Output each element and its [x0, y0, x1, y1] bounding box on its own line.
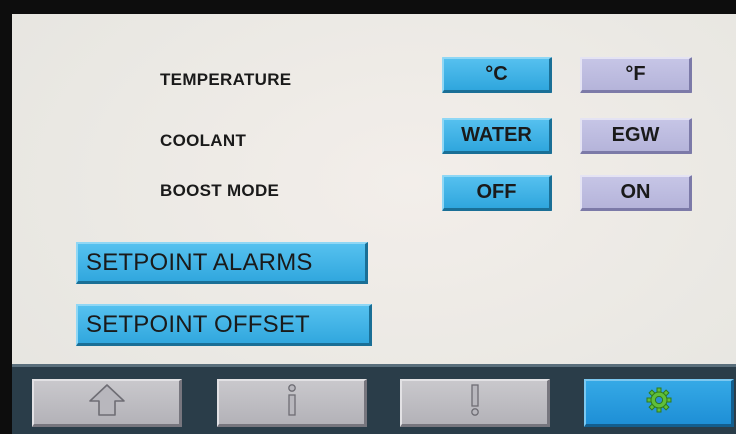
coolant-label: COOLANT: [160, 131, 247, 150]
nav-info-button[interactable]: [217, 379, 367, 427]
temperature-celsius-button[interactable]: °C: [442, 57, 552, 93]
bezel-top: [0, 0, 736, 14]
home-arrow-icon: [87, 382, 127, 423]
nav-settings-button[interactable]: [584, 379, 734, 427]
temperature-fahrenheit-button[interactable]: °F: [580, 57, 692, 93]
boost-mode-off-button[interactable]: OFF: [442, 175, 552, 211]
setpoint-offset-button[interactable]: SETPOINT OFFSET: [76, 304, 372, 346]
boost-mode-label: BOOST MODE: [160, 181, 280, 200]
bezel-left: [0, 0, 12, 434]
coolant-water-button[interactable]: WATER: [442, 118, 552, 154]
hmi-screen: TEMPERATURE °C °F COOLANT WATER EGW BOOS…: [12, 14, 736, 434]
info-icon: [284, 383, 300, 422]
bottom-nav-bar: [12, 364, 736, 434]
boost-mode-on-button[interactable]: ON: [580, 175, 692, 211]
coolant-egw-button[interactable]: EGW: [580, 118, 692, 154]
setpoint-alarms-button[interactable]: SETPOINT ALARMS: [76, 242, 368, 284]
nav-home-button[interactable]: [32, 379, 182, 427]
nav-alarms-button[interactable]: [400, 379, 550, 427]
temperature-label: TEMPERATURE: [160, 70, 292, 89]
gear-icon: [646, 387, 672, 418]
alarm-exclamation-icon: [467, 383, 483, 422]
